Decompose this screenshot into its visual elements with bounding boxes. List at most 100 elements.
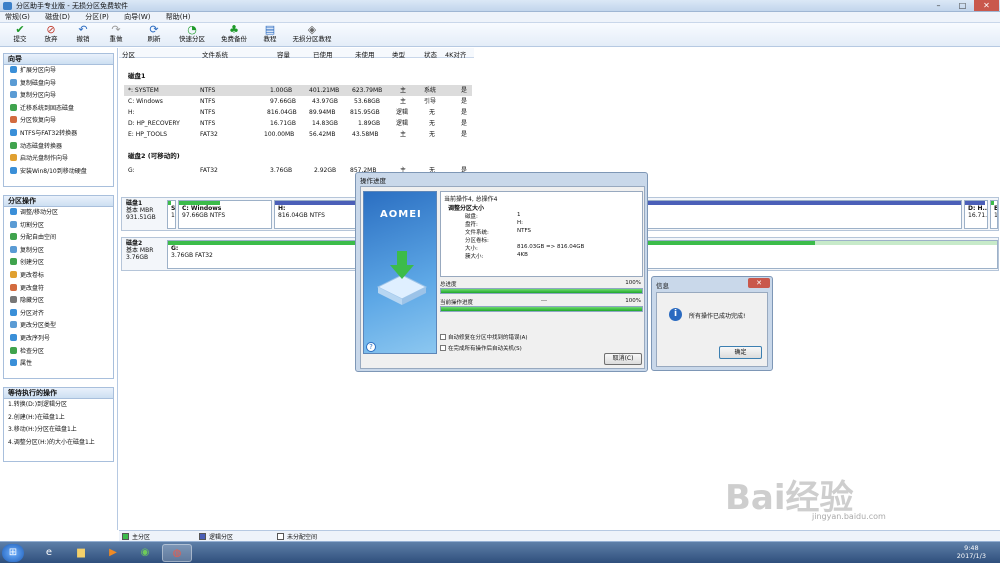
sidebar-item-boot-cd[interactable]: 启动光盘制作向导	[4, 153, 113, 166]
progress-dialog-body: AOMEI ? 当前操作4, 总操作4 调整分区大小 磁盘: 1 盘符: H: 文件…	[360, 186, 645, 369]
info-dialog-body: i 所有操作已成功完成! 确定	[656, 292, 768, 367]
split-icon	[10, 220, 17, 228]
pending-op: 4.调整分区(H:)的大小在磁盘1上	[8, 438, 95, 446]
sidebar-item-properties[interactable]: 属性	[4, 358, 113, 371]
auto-shutdown-checkbox[interactable]: 在完成所有操作后自动关机(S)	[440, 344, 522, 352]
sidebar-item-recovery[interactable]: 分区恢复向导	[4, 115, 113, 128]
refresh-button[interactable]: ⟳ 刷新	[134, 24, 174, 44]
sidebar-item-resize[interactable]: 调整/移动分区	[4, 207, 113, 220]
properties-icon	[10, 359, 17, 367]
partition-assistant-taskbar-icon[interactable]: ◍	[162, 544, 192, 562]
auto-fix-checkbox[interactable]: 自动修复在分区中找到的错误(A)	[440, 333, 528, 341]
backup-icon: ♣	[229, 23, 239, 36]
disk2-label: 磁盘2 (可移动的)	[128, 152, 180, 160]
table-row[interactable]: *: SYSTEM NTFS 1.00GB 401.21MB 623.79MB 主系统是	[124, 85, 472, 96]
sidebar-item-hide[interactable]: 隐藏分区	[4, 295, 113, 308]
sidebar-item-copy-disk[interactable]: 复制磁盘向导	[4, 78, 113, 91]
quick-partition-button[interactable]: ◔ 快速分区	[172, 24, 212, 44]
sidebar-item-allocate[interactable]: 分配自由空间	[4, 232, 113, 245]
start-button[interactable]: ⊞	[2, 544, 24, 562]
table-row[interactable]: D: HP_RECOVERY NTFS 16.71GB 14.83GB 1.89GB 逻辑…	[124, 118, 472, 129]
menu-wizard[interactable]: 向导(W)	[124, 12, 150, 23]
col-filesystem[interactable]: 文件系统	[202, 49, 228, 59]
table-row[interactable]: E: HP_TOOLS FAT32 100.00MB 56.42MB 43.58MB 主无…	[124, 129, 472, 140]
menu-partition[interactable]: 分区(P)	[85, 12, 109, 23]
col-status[interactable]: 状态	[424, 49, 437, 59]
ok-button[interactable]: 确定	[719, 346, 762, 359]
migrate-icon	[10, 103, 17, 111]
sidebar-item-migrate-os[interactable]: 迁移系统到固态磁盘	[4, 103, 113, 116]
info-close-button[interactable]: ✕	[748, 278, 770, 288]
disk1-info: 磁盘1 基本 MBR 931.51GB	[126, 200, 156, 221]
op-title: 调整分区大小	[448, 205, 485, 212]
convert-icon	[10, 128, 17, 136]
sidebar-item-ntfs-fat32[interactable]: NTFS与FAT32转换器	[4, 128, 113, 141]
redo-button[interactable]: ↷ 重做	[96, 24, 136, 44]
partition-segment-e[interactable]: E:1...	[990, 200, 998, 229]
menu-general[interactable]: 常规(G)	[5, 12, 30, 23]
sidebar-item-split[interactable]: 切割分区	[4, 220, 113, 233]
sidebar-item-check[interactable]: 检查分区	[4, 346, 113, 359]
explorer-icon[interactable]: ▆	[66, 544, 96, 562]
menu-bar: 常规(G) 磁盘(D) 分区(P) 向导(W) 帮助(H)	[0, 12, 1000, 23]
current-progress-label: 当前操作进度 --- 100%	[440, 298, 641, 306]
sidebar-item-win-to-go[interactable]: 安装Win8/10到移动硬盘	[4, 166, 113, 179]
sidebar-item-type[interactable]: 更改分区类型	[4, 320, 113, 333]
col-used[interactable]: 已使用	[313, 49, 333, 59]
pending-op: 1.转换(D:)到逻辑分区	[8, 401, 68, 408]
label-icon	[10, 270, 17, 278]
sidebar-item-copy[interactable]: 复制分区	[4, 245, 113, 258]
sidebar-item-extend-wizard[interactable]: 扩展分区向导	[4, 65, 113, 78]
serial-icon	[10, 333, 17, 341]
col-type[interactable]: 类型	[392, 49, 405, 59]
clock[interactable]: 9:48 2017/1/3	[957, 544, 986, 560]
disk1-label: 磁盘1	[128, 72, 146, 80]
sidebar-item-copy-partition[interactable]: 复制分区向导	[4, 90, 113, 103]
partition-ops-panel: 分区操作 调整/移动分区 切割分区 分配自由空间 复制分区 创建分区 更改卷标 …	[3, 195, 114, 379]
help-icon[interactable]: ?	[366, 342, 376, 352]
progress-dialog: 操作进度 AOMEI ? 当前操作4, 总操作4 调整分区大小 磁盘: 1 盘符:…	[355, 172, 648, 372]
sidebar-item-dynamic-disk[interactable]: 动态磁盘转换器	[4, 141, 113, 154]
ie-icon[interactable]: e	[34, 544, 64, 562]
partition-segment-system[interactable]: S1	[167, 200, 176, 229]
free-backup-button[interactable]: ♣ 免费备份	[214, 24, 254, 44]
col-unused[interactable]: 未使用	[355, 49, 375, 59]
app-icon	[3, 2, 12, 10]
tutorial-button[interactable]: ▤ 教程	[250, 24, 290, 44]
pending-title: 等待执行的操作	[4, 388, 113, 399]
sidebar-item-label[interactable]: 更改卷标	[4, 270, 113, 283]
col-partition[interactable]: 分区	[122, 49, 135, 59]
partition-ops-title: 分区操作	[4, 196, 113, 207]
sidebar-item-serial[interactable]: 更改序列号	[4, 333, 113, 346]
col-capacity[interactable]: 容量	[277, 49, 290, 59]
cd-icon	[10, 154, 17, 162]
minimize-button[interactable]: –	[926, 0, 951, 11]
menu-disk[interactable]: 磁盘(D)	[45, 12, 70, 23]
sidebar-item-create[interactable]: 创建分区	[4, 257, 113, 270]
lossless-tutorial-button[interactable]: ◈ 无损分区教程	[290, 24, 334, 44]
taskbar: ⊞ e ▆ ▶ ◉ ◍ 9:48 2017/1/3	[0, 541, 1000, 563]
table-row[interactable]: H: NTFS 816.04GB 89.94MB 815.95GB 逻辑无是	[124, 107, 472, 118]
refresh-icon: ⟳	[149, 23, 159, 36]
col-4k[interactable]: 4K对齐	[445, 49, 466, 59]
title-bar: 分区助手专业版 - 无损分区免费软件 – □ ✕	[0, 0, 1000, 12]
disk-arrow-icon	[376, 251, 428, 305]
browser-icon[interactable]: ◉	[130, 544, 160, 562]
pie-icon: ◔	[187, 23, 197, 36]
sidebar-item-align[interactable]: 分区对齐	[4, 308, 113, 321]
partition-segment-d[interactable]: D: H...16.71...	[964, 200, 988, 229]
table-row[interactable]: C: Windows NTFS 97.66GB 43.97GB 53.68GB 主引导是	[124, 96, 472, 107]
check-disk-icon	[10, 346, 17, 354]
partition-segment-c[interactable]: C: Windows 97.66GB NTFS	[178, 200, 272, 229]
cancel-button[interactable]: 取消(C)	[604, 353, 642, 365]
drive-letter-icon	[10, 283, 17, 291]
allocate-icon	[10, 233, 17, 241]
menu-help[interactable]: 帮助(H)	[166, 12, 191, 23]
aomei-logo: AOMEI	[380, 209, 422, 220]
pending-op: 2.创建(H:)在磁盘1上	[8, 413, 65, 421]
media-player-icon[interactable]: ▶	[98, 544, 128, 562]
maximize-button[interactable]: □	[950, 0, 975, 11]
toolbar: ✔ 提交 ⊘ 放弃 ↶ 撤销 ↷ 重做 ⟳ 刷新 ◔ 快速分区 ♣ 免费备份 ▤ 教程 ◈ 无损分…	[0, 23, 1000, 47]
sidebar-item-drive-letter[interactable]: 更改盘符	[4, 283, 113, 296]
close-button[interactable]: ✕	[974, 0, 999, 11]
